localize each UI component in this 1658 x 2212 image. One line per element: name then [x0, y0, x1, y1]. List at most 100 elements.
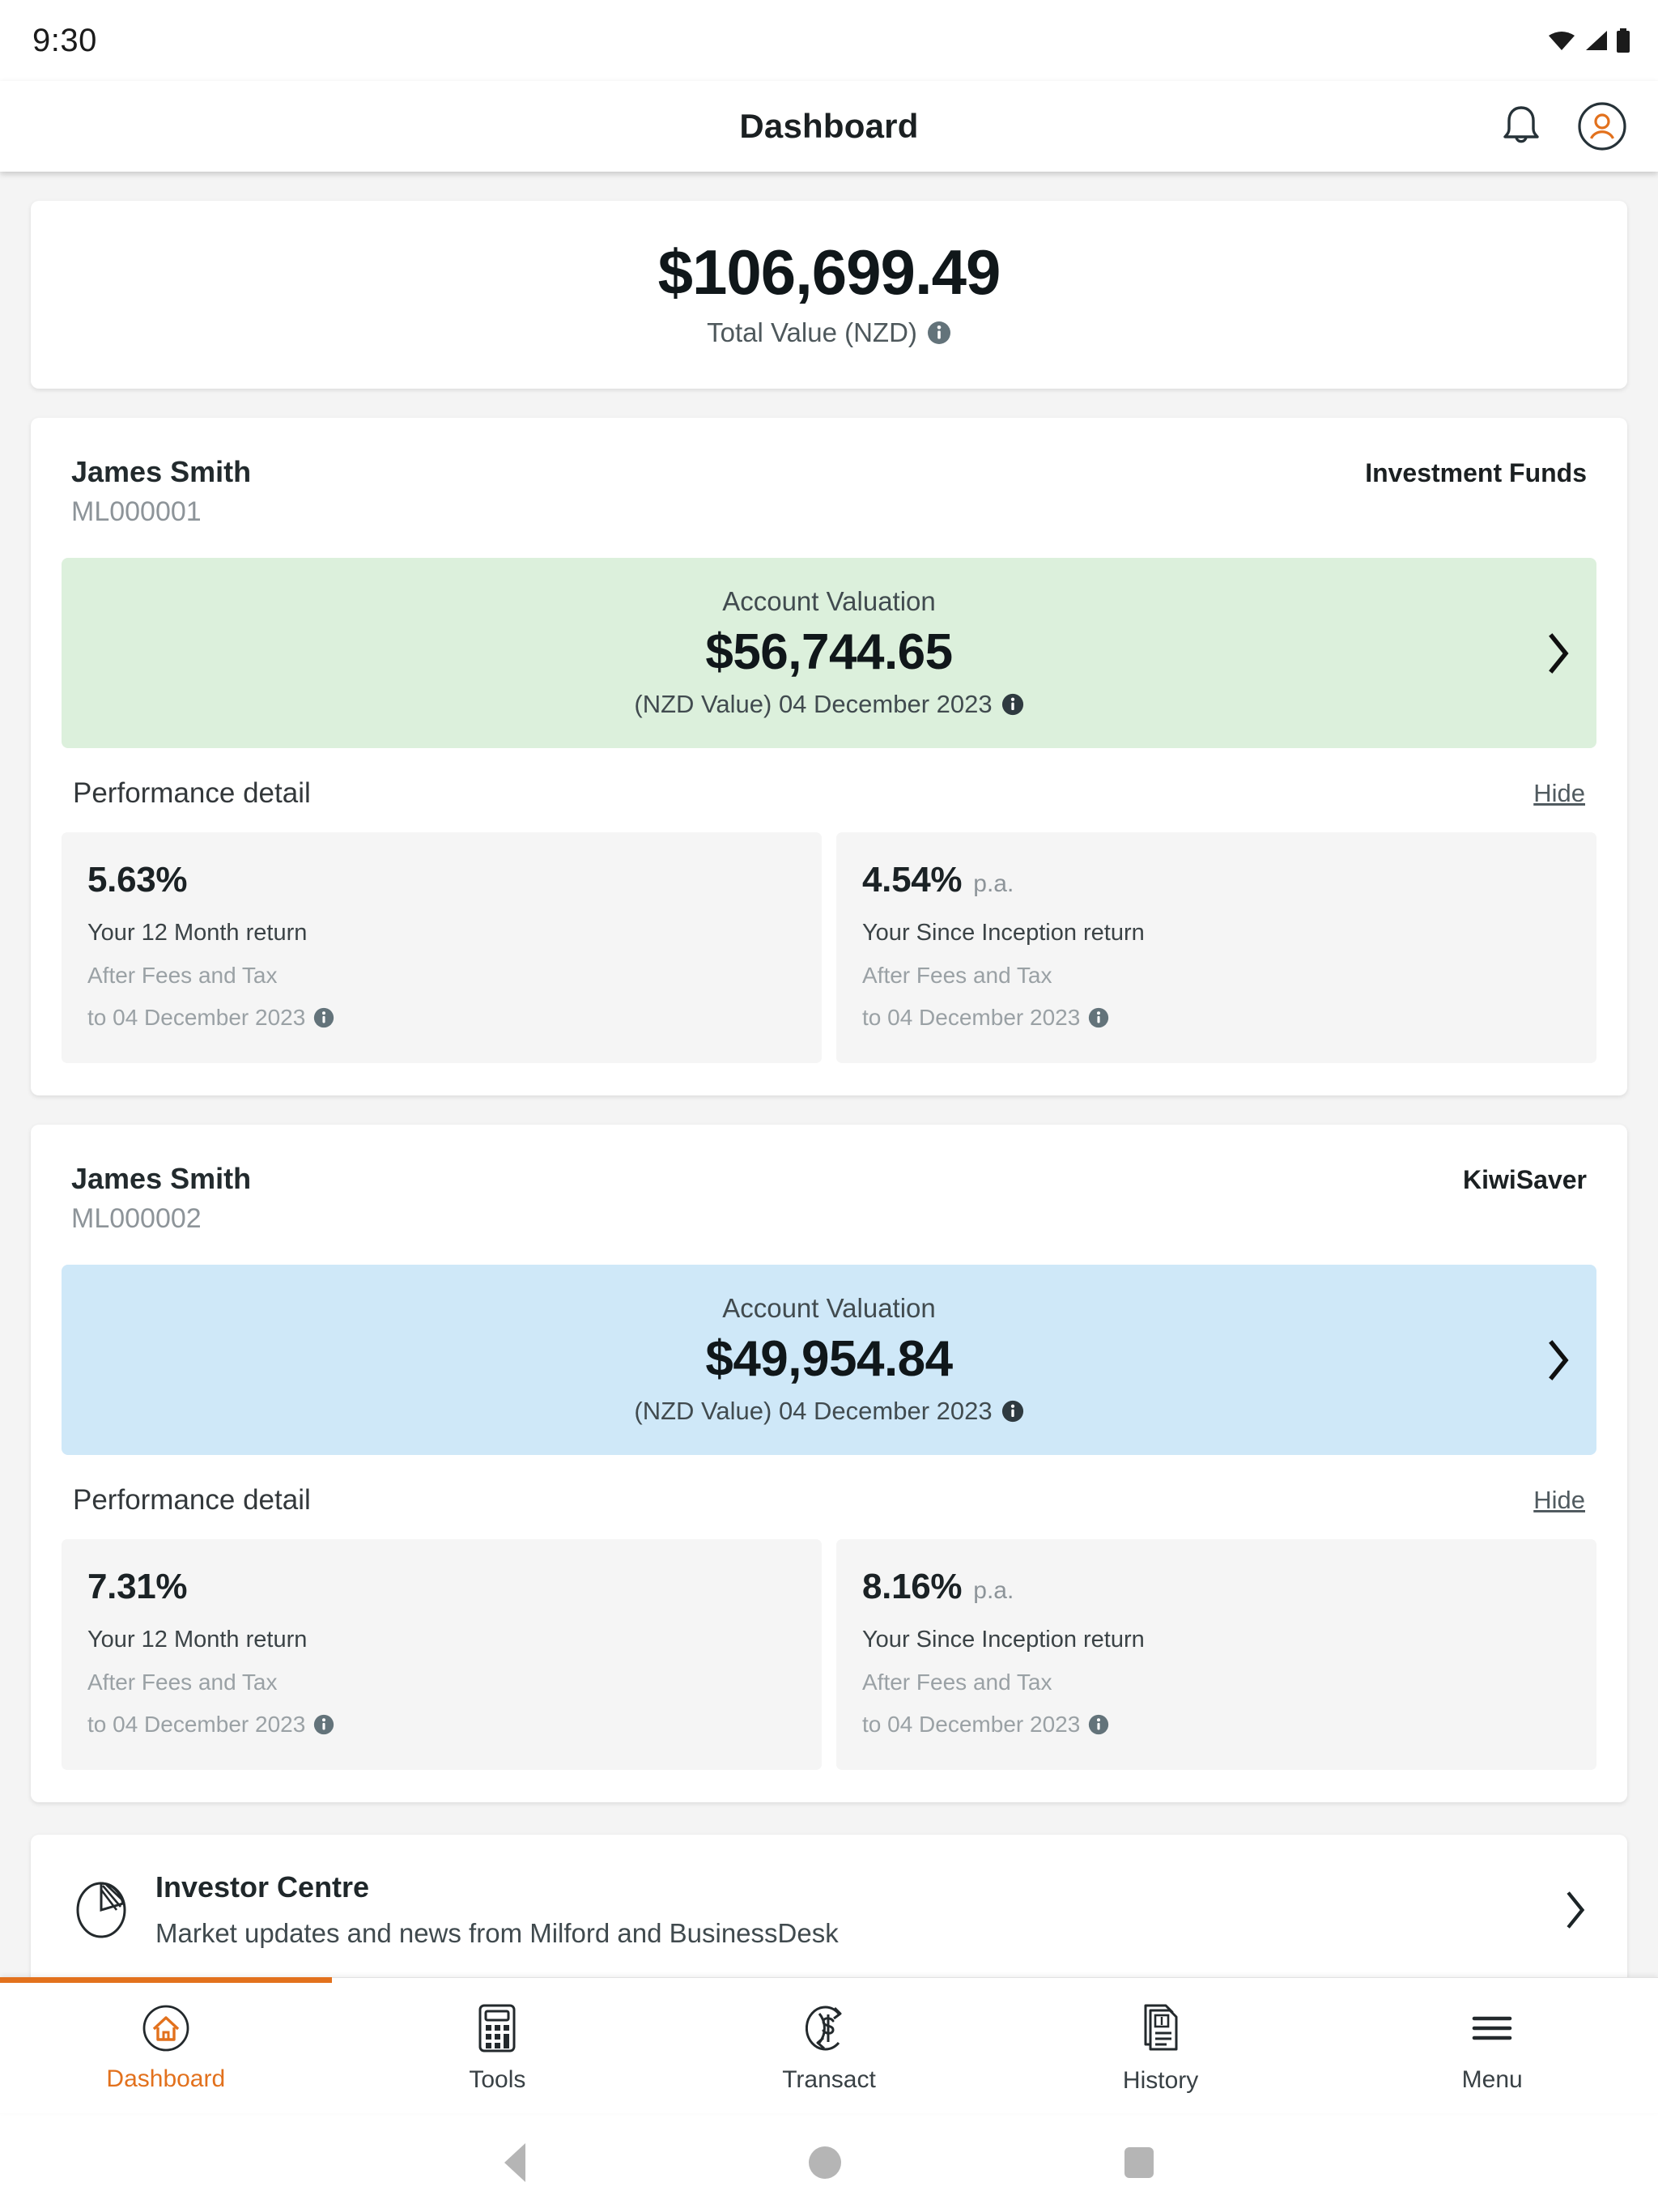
- performance-metric-basis: After Fees and Tax: [862, 963, 1052, 989]
- app-screen: 9:30 Dashboard $106,699.49 Total Value (…: [0, 0, 1658, 2212]
- account-header: James Smith ML000001 Investment Funds: [31, 418, 1627, 530]
- chevron-right-icon[interactable]: [1545, 1339, 1572, 1381]
- account-number: ML000001: [71, 496, 202, 528]
- bottom-tab-bar: Dashboard Tools Transact History Menu: [0, 1977, 1658, 2113]
- account-valuation-panel[interactable]: Account Valuation $49,954.84 (NZD Value)…: [62, 1265, 1596, 1456]
- circle-home-icon[interactable]: [809, 2146, 841, 2179]
- battery-icon: [1616, 28, 1630, 53]
- info-icon[interactable]: [1088, 1007, 1109, 1028]
- info-icon[interactable]: [313, 1714, 334, 1735]
- account-valuation-title: Account Valuation: [722, 1293, 936, 1324]
- account-identity: James Smith ML000002: [71, 1160, 251, 1237]
- account-valuation-panel[interactable]: Account Valuation $56,744.65 (NZD Value)…: [62, 558, 1596, 749]
- app-bar: Dashboard: [0, 81, 1658, 172]
- performance-metric-asat: to 04 December 2023: [87, 1005, 306, 1031]
- total-value-card: $106,699.49 Total Value (NZD): [31, 201, 1627, 389]
- performance-metric-value: 8.16%: [862, 1567, 963, 1607]
- tab-tools[interactable]: Tools: [332, 1978, 664, 2113]
- total-value-label: Total Value (NZD): [707, 317, 917, 348]
- performance-metric-description: Your Since Inception return: [862, 1627, 1145, 1653]
- account-card: James Smith ML000001 Investment Funds Ac…: [31, 418, 1627, 1096]
- performance-metric-asat: to 04 December 2023: [862, 1005, 1081, 1031]
- calculator-icon: [475, 2003, 519, 2053]
- performance-metric-value-row: 8.16% p.a.: [862, 1567, 1571, 1607]
- square-recents-icon[interactable]: [1124, 2147, 1154, 2178]
- performance-metric-asat: to 04 December 2023: [87, 1712, 306, 1738]
- performance-metric-suffix: p.a.: [973, 1577, 1014, 1605]
- performance-detail-header: Performance detail Hide: [31, 748, 1627, 810]
- investor-centre-title: Investor Centre: [155, 1870, 370, 1904]
- statement-document-icon: [1139, 2002, 1183, 2054]
- info-icon[interactable]: [1001, 693, 1024, 716]
- account-valuation-subtitle-row: (NZD Value) 04 December 2023: [62, 1397, 1596, 1426]
- info-icon[interactable]: [927, 321, 951, 345]
- performance-metric-value: 4.54%: [862, 860, 963, 900]
- performance-metric-value: 5.63%: [87, 860, 188, 900]
- cellular-signal-icon: [1584, 30, 1608, 51]
- performance-detail-toggle[interactable]: Hide: [1533, 1486, 1585, 1515]
- profile-button[interactable]: [1575, 100, 1629, 153]
- investor-centre-card[interactable]: Investor Centre Market updates and news …: [31, 1835, 1627, 1977]
- tab-transact[interactable]: Transact: [663, 1978, 995, 2113]
- info-icon[interactable]: [313, 1007, 334, 1028]
- tab-label: History: [1122, 2066, 1199, 2094]
- wifi-icon: [1548, 30, 1575, 51]
- performance-metric: 5.63% Your 12 Month return After Fees an…: [62, 832, 822, 1064]
- tab-label: Tools: [469, 2065, 526, 2093]
- account-card: James Smith ML000002 KiwiSaver Account V…: [31, 1125, 1627, 1803]
- tab-history[interactable]: History: [995, 1978, 1327, 2113]
- pie-chart-icon: [76, 1882, 126, 1938]
- status-bar: 9:30: [0, 0, 1658, 81]
- performance-detail-heading: Performance detail: [73, 777, 311, 810]
- dollar-refresh-icon: [805, 2003, 852, 2053]
- investor-centre-subtitle: Market updates and news from Milford and…: [155, 1918, 839, 1949]
- tab-dashboard[interactable]: Dashboard: [0, 1977, 332, 2113]
- performance-metric-asat-row: to 04 December 2023: [862, 1005, 1571, 1031]
- chevron-right-icon[interactable]: [1545, 632, 1572, 674]
- notifications-button[interactable]: [1494, 100, 1548, 153]
- app-bar-actions: [1494, 81, 1629, 172]
- account-number: ML000002: [71, 1203, 202, 1235]
- android-navigation-bar: [0, 2113, 1658, 2212]
- performance-metric-description: Your Since Inception return: [862, 920, 1145, 946]
- performance-metric-value-row: 7.31%: [87, 1567, 796, 1607]
- account-identity: James Smith ML000001: [71, 453, 251, 530]
- account-product-type: Investment Funds: [1365, 458, 1587, 488]
- performance-metric-basis: After Fees and Tax: [87, 1670, 278, 1695]
- account-valuation-amount: $56,744.65: [705, 623, 953, 680]
- performance-detail-toggle[interactable]: Hide: [1533, 779, 1585, 808]
- performance-metric-asat: to 04 December 2023: [862, 1712, 1081, 1738]
- total-value-label-row: Total Value (NZD): [31, 317, 1627, 348]
- dashboard-content: $106,699.49 Total Value (NZD) James Smit…: [0, 172, 1658, 1977]
- bell-icon: [1499, 103, 1544, 150]
- performance-detail-header: Performance detail Hide: [31, 1455, 1627, 1516]
- home-icon: [142, 2004, 190, 2052]
- account-valuation-amount: $49,954.84: [705, 1330, 953, 1387]
- chevron-right-icon[interactable]: [1562, 1890, 1600, 1930]
- info-icon[interactable]: [1001, 1400, 1024, 1423]
- account-valuation-subtitle-row: (NZD Value) 04 December 2023: [62, 690, 1596, 719]
- total-value-amount: $106,699.49: [657, 236, 1001, 308]
- performance-metric: 4.54% p.a. Your Since Inception return A…: [836, 832, 1596, 1064]
- user-avatar-icon: [1577, 101, 1627, 151]
- performance-metric-value-row: 4.54% p.a.: [862, 860, 1571, 900]
- performance-metric-asat-row: to 04 December 2023: [862, 1712, 1571, 1738]
- triangle-back-icon[interactable]: [504, 2143, 525, 2182]
- account-product-type: KiwiSaver: [1463, 1165, 1587, 1195]
- info-icon[interactable]: [1088, 1714, 1109, 1735]
- page-title: Dashboard: [739, 107, 919, 145]
- performance-metric-value-row: 5.63%: [87, 860, 796, 900]
- performance-metric-description: Your 12 Month return: [87, 920, 308, 946]
- tab-menu[interactable]: Menu: [1326, 1978, 1658, 2113]
- performance-metric-value: 7.31%: [87, 1567, 188, 1607]
- tab-label: Menu: [1461, 2065, 1523, 2093]
- account-holder-name: James Smith: [71, 1162, 252, 1196]
- performance-metric-suffix: p.a.: [973, 870, 1014, 898]
- hamburger-menu-icon: [1469, 2003, 1515, 2053]
- performance-metric: 7.31% Your 12 Month return After Fees an…: [62, 1539, 822, 1771]
- investor-centre-text: Investor Centre Market updates and news …: [155, 1869, 1562, 1951]
- account-valuation-subtitle: (NZD Value) 04 December 2023: [634, 690, 993, 719]
- performance-metric-asat-row: to 04 December 2023: [87, 1712, 796, 1738]
- account-holder-name: James Smith: [71, 455, 252, 489]
- performance-metrics: 7.31% Your 12 Month return After Fees an…: [31, 1516, 1627, 1802]
